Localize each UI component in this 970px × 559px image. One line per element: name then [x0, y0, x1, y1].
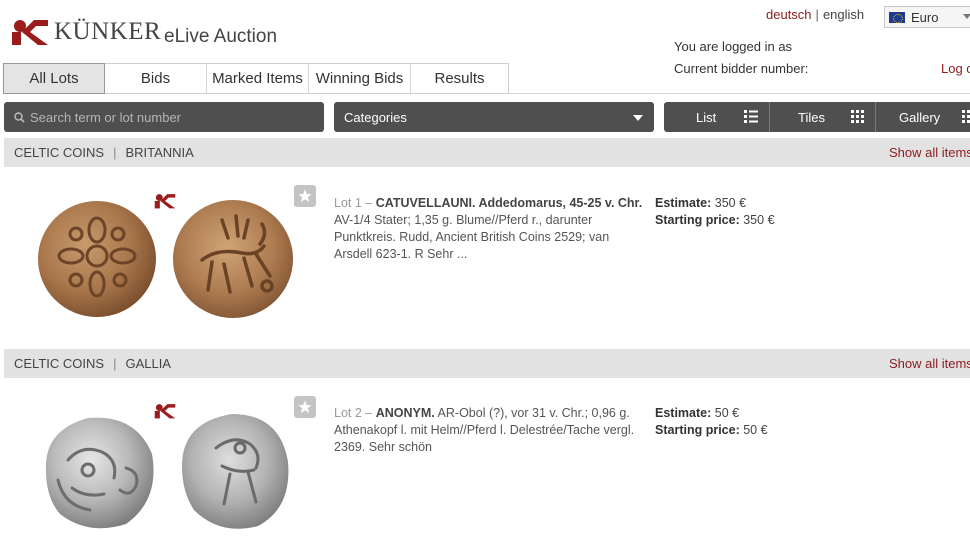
show-all-items-link[interactable]: Show all items — [889, 145, 970, 160]
search-icon — [14, 111, 25, 123]
lot-number: Lot 2 – — [334, 406, 373, 420]
tab-marked-items[interactable]: Marked Items — [207, 64, 309, 93]
categories-dropdown[interactable]: Categories — [334, 102, 654, 132]
lot-details: AV-1/4 Stater; 1,35 g. Blume//Pferd r., … — [334, 213, 610, 261]
chevron-down-icon — [963, 14, 970, 19]
bidder-number-text: Current bidder number: — [674, 61, 809, 76]
language-deutsch-link[interactable]: deutsch — [766, 7, 812, 22]
tab-all-lots[interactable]: All Lots — [3, 63, 105, 94]
logged-in-text: You are logged in as — [674, 39, 793, 54]
lot-1-obverse-coin-image[interactable] — [36, 198, 158, 320]
lot-2-reverse-coin-image[interactable] — [176, 408, 294, 534]
kunker-mark-icon — [154, 194, 176, 209]
lot-number: Lot 1 – — [334, 196, 373, 210]
lot-1-description[interactable]: Lot 1 – CATUVELLAUNI. Addedomarus, 45-25… — [334, 195, 644, 263]
currency-value: Euro — [911, 9, 939, 25]
tabs-divider — [508, 93, 970, 94]
language-separator: | — [815, 7, 819, 22]
lot-1-pricing: Estimate: 350 € Starting price: 350 € — [655, 195, 775, 229]
list-icon — [744, 110, 758, 123]
view-gallery-button[interactable]: Gallery — [876, 102, 970, 132]
lot-2-obverse-coin-image[interactable] — [38, 410, 160, 534]
breadcrumb-subcategory-link[interactable]: GALLIA — [125, 356, 171, 371]
starting-price-value: 350 € — [743, 213, 775, 227]
category-bar-britannia: CELTIC COINS | BRITANNIA Show all items — [4, 138, 970, 167]
eu-flag-icon — [889, 11, 905, 23]
lot-2-description[interactable]: Lot 2 – ANONYM. AR-Obol (?), vor 31 v. C… — [334, 405, 644, 456]
kunker-logo[interactable]: KÜNKER — [10, 18, 161, 46]
watch-star-button[interactable] — [294, 396, 316, 418]
view-gallery-label: Gallery — [899, 109, 941, 125]
estimate-label: Estimate: — [655, 196, 712, 210]
estimate-value: 50 € — [714, 406, 740, 420]
starting-price-label: Starting price: — [655, 423, 740, 437]
view-tiles-button[interactable]: Tiles — [770, 102, 876, 132]
tab-bids[interactable]: Bids — [105, 64, 207, 93]
view-switcher: List Tiles Gallery — [664, 102, 970, 132]
breadcrumb-category-link[interactable]: CELTIC COINS — [14, 145, 104, 160]
tab-winning-bids[interactable]: Winning Bids — [309, 64, 411, 93]
view-tiles-label: Tiles — [798, 109, 825, 125]
dropdown-arrow-icon — [633, 115, 643, 121]
categories-label: Categories — [344, 109, 407, 125]
kunker-logo-mark-icon — [12, 20, 48, 45]
star-icon — [298, 189, 312, 202]
tiles-grid-icon — [851, 110, 864, 123]
search-box[interactable] — [4, 102, 324, 132]
gallery-grid-icon — [962, 110, 970, 123]
estimate-value: 350 € — [714, 196, 747, 210]
breadcrumb-separator: | — [113, 356, 117, 371]
lot-title: ANONYM. — [375, 406, 435, 420]
breadcrumb-category-link[interactable]: CELTIC COINS — [14, 356, 104, 371]
language-english-link[interactable]: english — [823, 7, 864, 22]
lot-2-pricing: Estimate: 50 € Starting price: 50 € — [655, 405, 768, 439]
tab-results[interactable]: Results — [411, 64, 508, 93]
estimate-label: Estimate: — [655, 406, 712, 420]
category-bar-gallia: CELTIC COINS | GALLIA Show all items — [4, 349, 970, 378]
lot-title: CATUVELLAUNI. Addedomarus, 45-25 v. Chr. — [375, 196, 643, 210]
brand-name: KÜNKER — [54, 18, 162, 45]
view-list-label: List — [696, 109, 717, 125]
star-icon — [298, 400, 312, 413]
starting-price-label: Starting price: — [655, 213, 740, 227]
logout-link[interactable]: Log o — [941, 61, 970, 76]
lot-1-reverse-coin-image[interactable] — [172, 198, 294, 320]
view-list-button[interactable]: List — [664, 102, 770, 132]
breadcrumb-subcategory-link[interactable]: BRITANNIA — [125, 145, 193, 160]
currency-select[interactable]: Euro — [884, 6, 970, 28]
show-all-items-link[interactable]: Show all items — [889, 356, 970, 371]
breadcrumb-separator: | — [113, 145, 117, 160]
watch-star-button[interactable] — [294, 185, 316, 207]
product-title: eLive Auction — [164, 26, 278, 47]
starting-price-value: 50 € — [743, 423, 768, 437]
kunker-mark-icon — [154, 404, 176, 419]
main-tabs: All Lots Bids Marked Items Winning Bids … — [3, 63, 509, 94]
search-input[interactable] — [30, 109, 310, 125]
language-switcher: deutsch | english — [766, 7, 864, 22]
